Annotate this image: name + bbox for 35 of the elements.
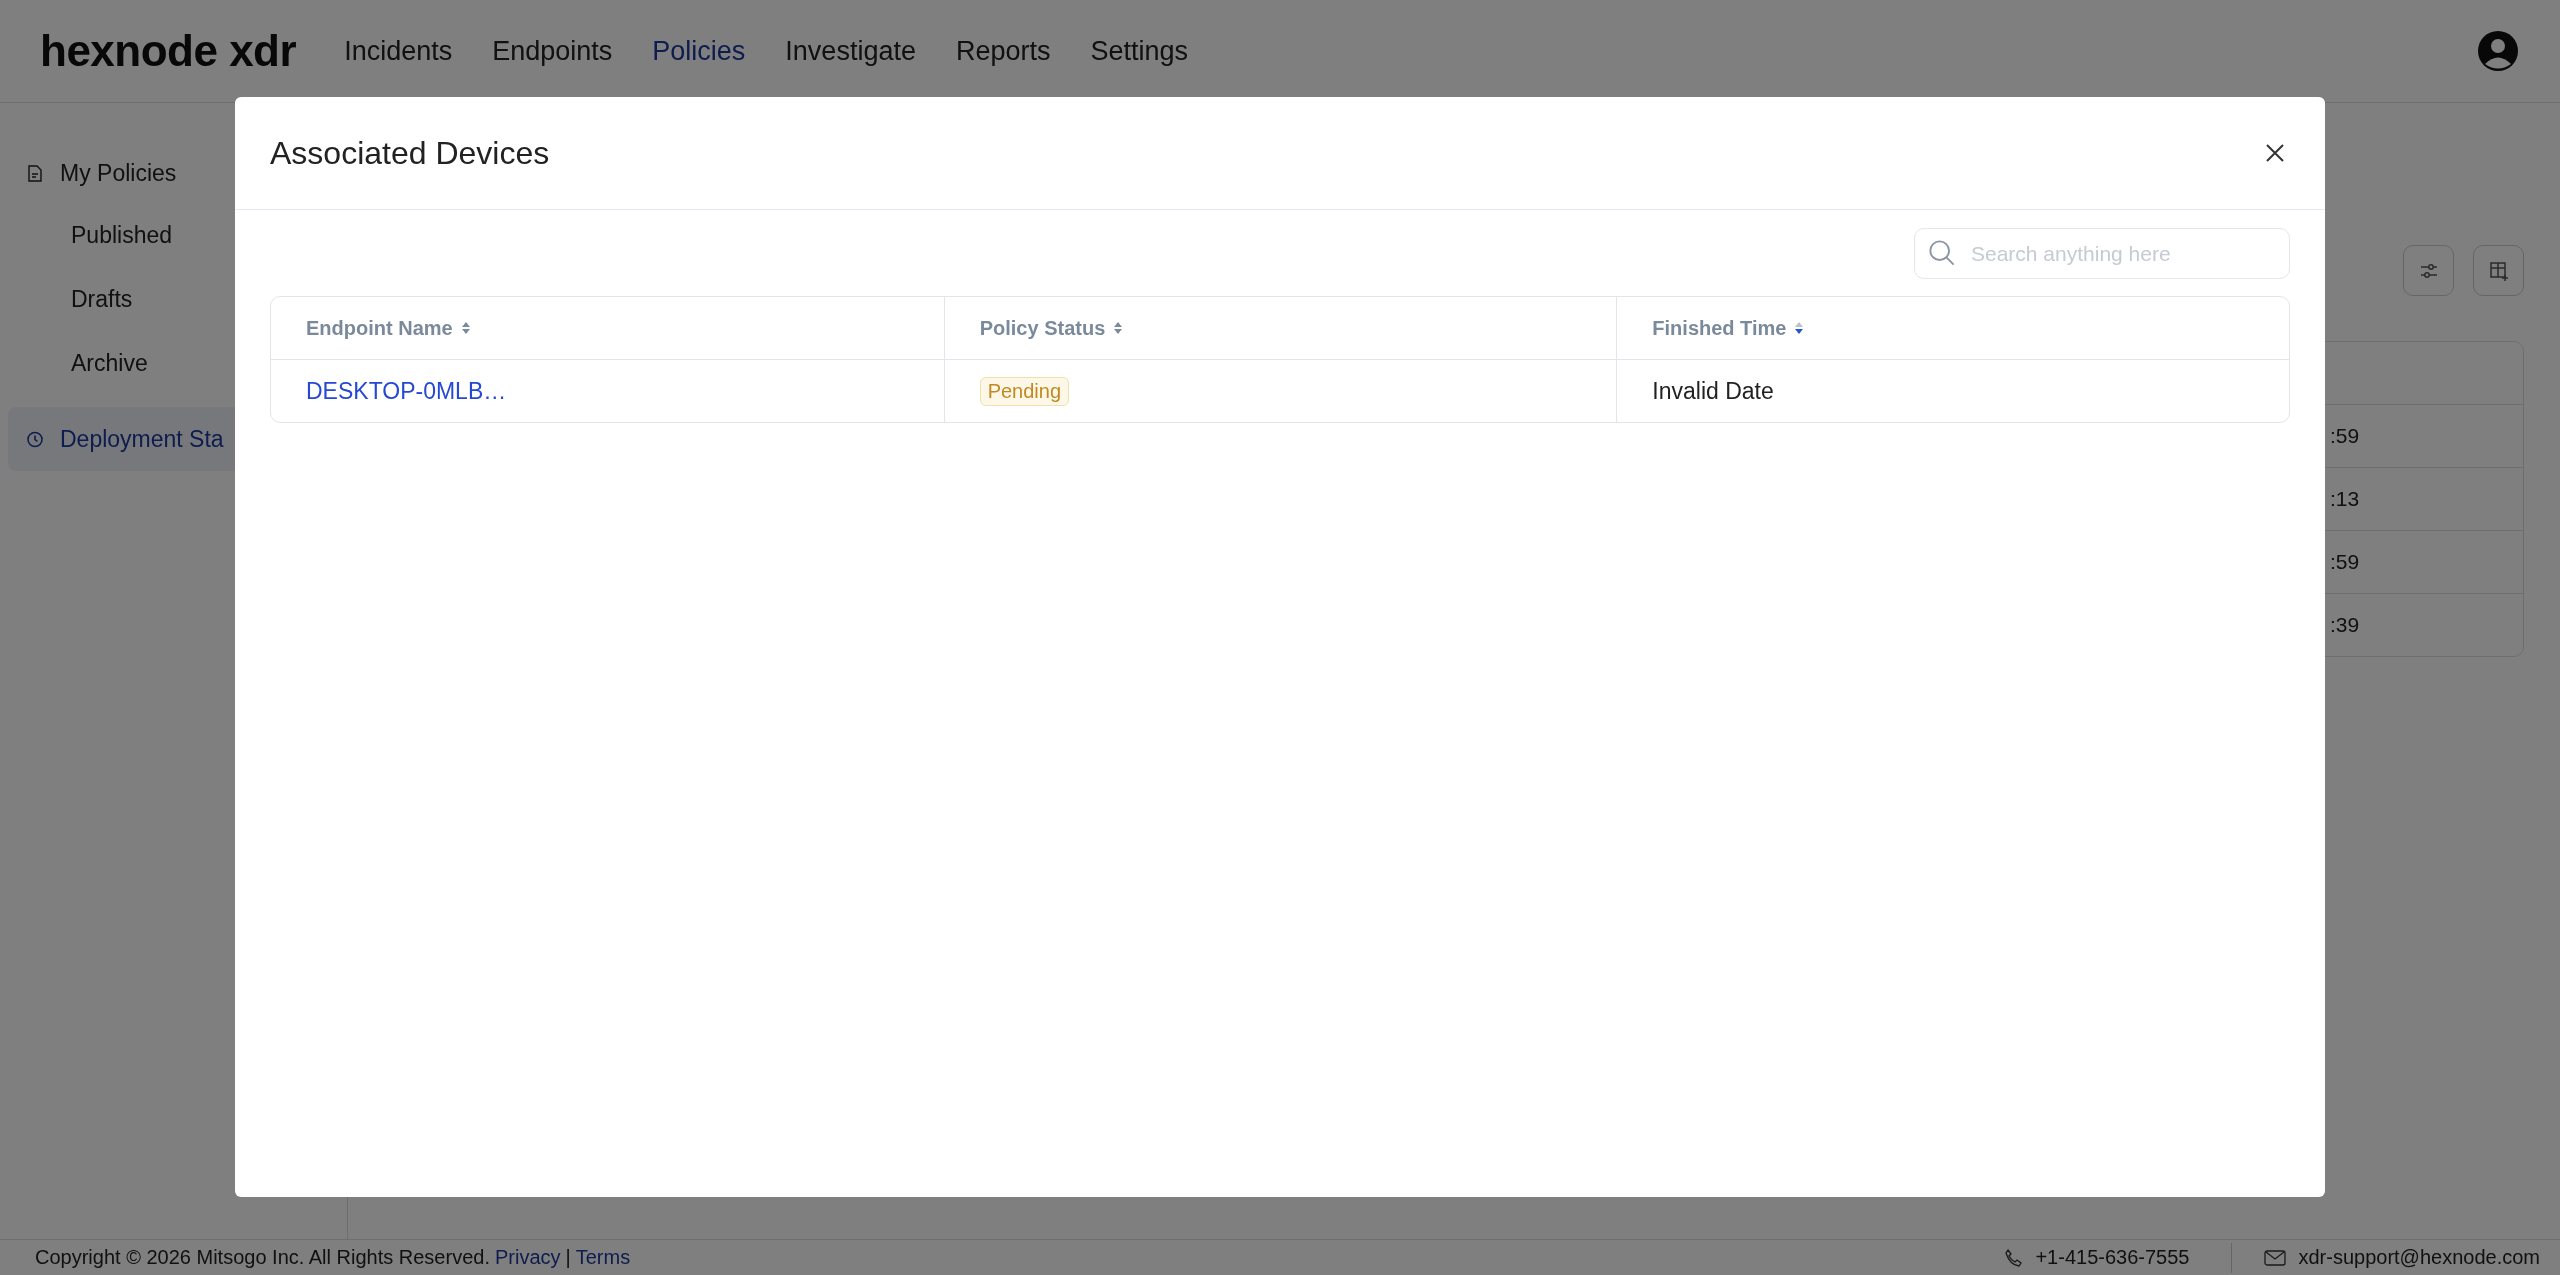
columns-button[interactable] (2473, 245, 2524, 296)
sort-icon[interactable] (460, 321, 471, 335)
mail-icon (2264, 1248, 2287, 1267)
phone-icon (2003, 1247, 2024, 1268)
sort-icon[interactable] (1113, 321, 1124, 335)
endpoint-link[interactable]: DESKTOP-0MLB… (306, 377, 507, 405)
email-address: xdr-support@hexnode.com (2298, 1246, 2540, 1269)
filter-button[interactable] (2403, 245, 2454, 296)
table-cell: :59 (2330, 550, 2360, 574)
nav-tab[interactable]: Incidents (344, 35, 453, 67)
search-field[interactable]: Search anything here (1914, 228, 2290, 279)
terms-link[interactable]: Terms (575, 1246, 631, 1269)
document-icon (26, 163, 44, 183)
avatar-icon[interactable] (2476, 29, 2520, 73)
table-cell: Invalid Date (1652, 377, 1774, 405)
privacy-link[interactable]: Privacy (494, 1246, 561, 1269)
table-cell: :39 (2330, 613, 2360, 637)
phone-number: +1-415-636-7555 (2035, 1246, 2190, 1269)
modal-title: Associated Devices (270, 134, 550, 172)
table-cell: :59 (2330, 424, 2360, 448)
column-header[interactable]: Finished Time (1652, 316, 1787, 340)
table-cell: :13 (2330, 487, 2360, 511)
nav-tab[interactable]: Investigate (785, 35, 916, 67)
nav-tab[interactable]: Reports (955, 35, 1051, 67)
column-header[interactable]: Policy Status (979, 316, 1106, 340)
nav-tab[interactable]: Endpoints (492, 35, 613, 67)
separator: | (565, 1246, 571, 1269)
logo[interactable]: hexnode xdr (40, 26, 297, 76)
status-badge: Pending (979, 376, 1070, 406)
nav-tab[interactable]: Policies (652, 35, 746, 67)
column-header[interactable]: Endpoint Name (306, 316, 453, 340)
nav-tab[interactable]: Settings (1090, 35, 1189, 67)
copyright-text: Copyright © 2026 Mitsogo Inc. All Rights Reserved. (35, 1246, 490, 1269)
sort-icon[interactable] (1794, 321, 1805, 335)
clock-icon (26, 429, 44, 449)
